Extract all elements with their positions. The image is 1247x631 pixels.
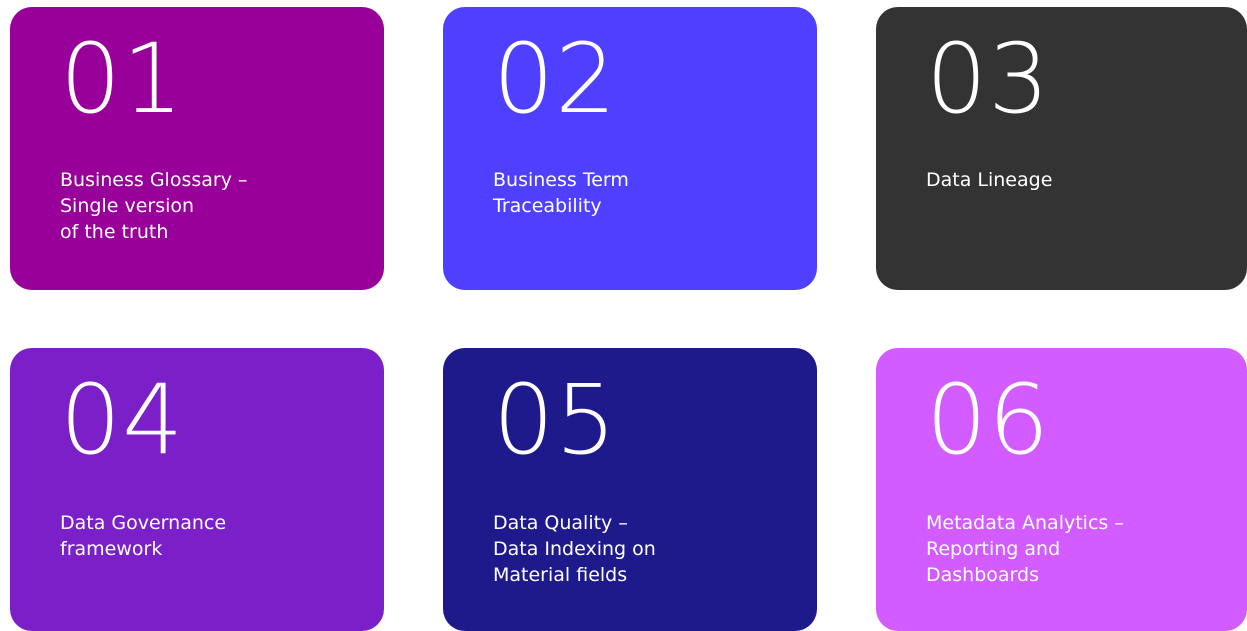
card-number: 06 [926,364,1051,476]
feature-card-04: 04 Data Governance framework [10,348,384,631]
card-label: Business Glossary – Single version of th… [60,167,320,245]
feature-card-02: 02 Business Term Traceability [443,7,817,290]
feature-card-03: 03 Data Lineage [876,7,1247,290]
card-number: 02 [493,23,618,135]
feature-card-05: 05 Data Quality – Data Indexing on Mater… [443,348,817,631]
card-number: 01 [60,23,185,135]
card-label-line: Business Term [493,169,629,191]
card-label-line: of the truth [60,221,169,243]
card-number: 05 [493,364,618,476]
card-label-line: Business Glossary – [60,169,248,191]
card-label: Data Governance framework [60,510,320,562]
card-label-line: Data Indexing on [493,538,656,560]
card-label-line: Traceability [493,195,602,217]
feature-card-06: 06 Metadata Analytics – Reporting and Da… [876,348,1247,631]
card-label: Business Term Traceability [493,167,753,219]
card-label-line: Data Lineage [926,169,1053,191]
card-label-line: Material fields [493,564,628,586]
card-label-line: Single version [60,195,195,217]
card-number: 04 [60,364,185,476]
card-label-line: Data Quality – [493,512,628,534]
feature-card-01: 01 Business Glossary – Single version of… [10,7,384,290]
card-label-line: framework [60,538,163,560]
card-label-line: Metadata Analytics – [926,512,1124,534]
card-number: 03 [926,23,1051,135]
card-label: Metadata Analytics – Reporting and Dashb… [926,510,1186,588]
card-label: Data Quality – Data Indexing on Material… [493,510,753,588]
card-label: Data Lineage [926,167,1186,193]
card-label-line: Data Governance [60,512,227,534]
card-label-line: Reporting and [926,538,1061,560]
card-label-line: Dashboards [926,564,1039,586]
